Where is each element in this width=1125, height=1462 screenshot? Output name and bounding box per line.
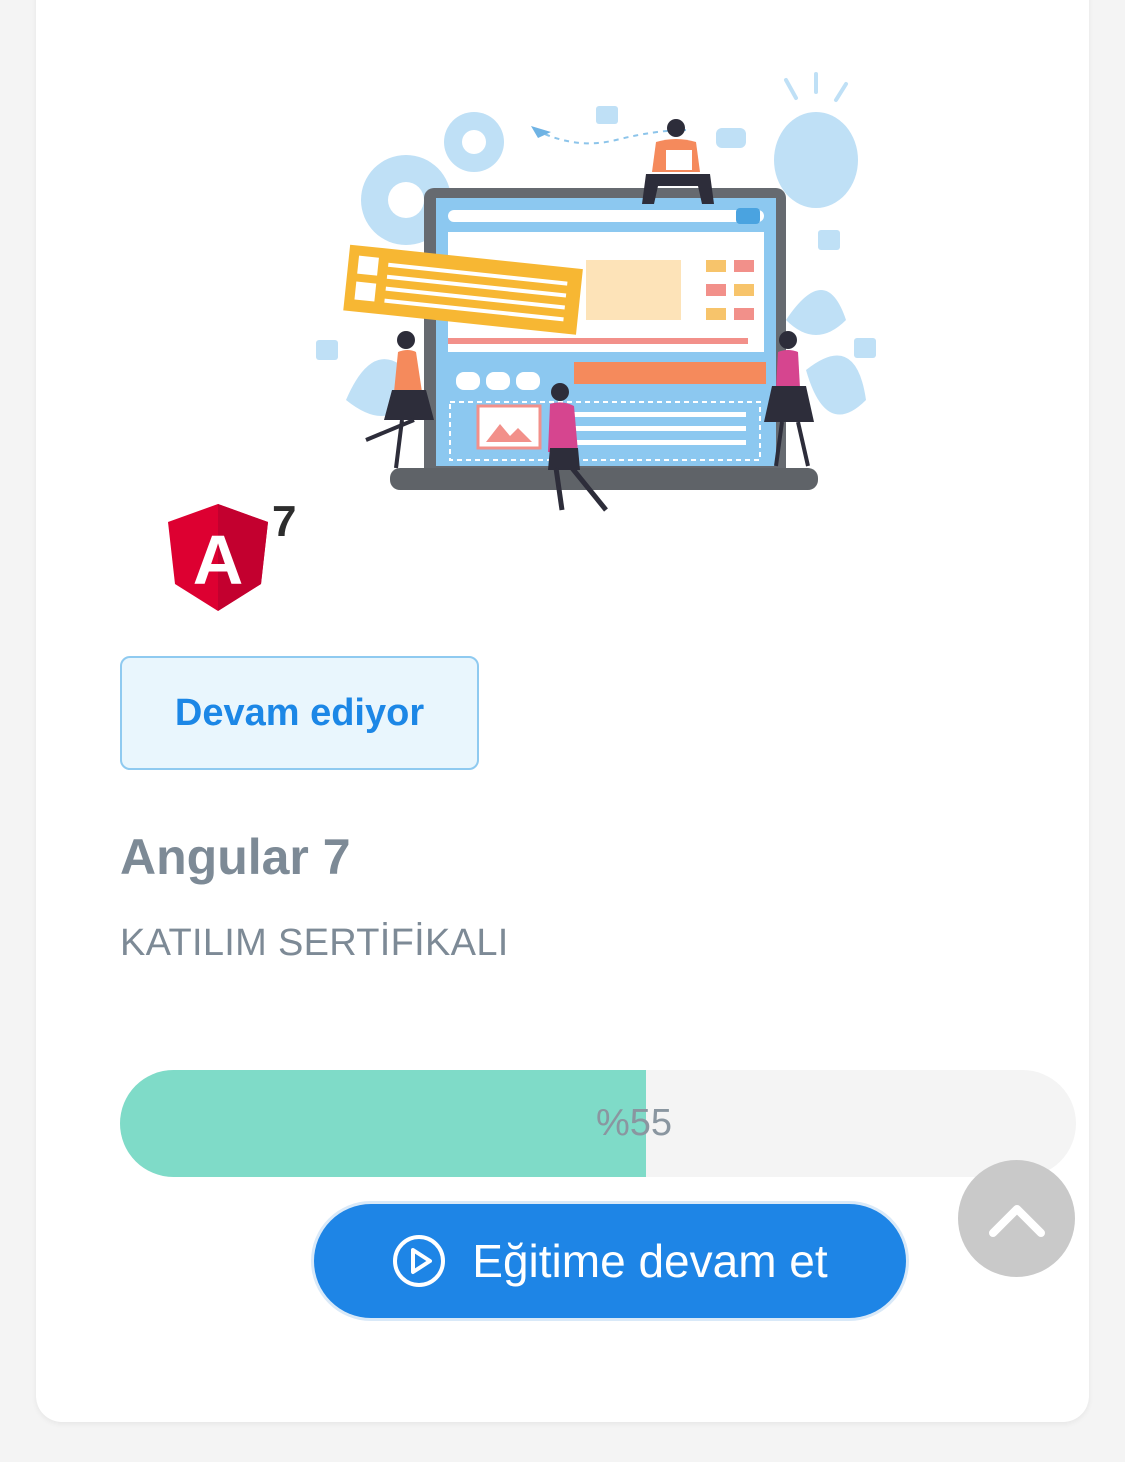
scroll-to-top-button[interactable] [958, 1160, 1075, 1277]
course-title: Angular 7 [120, 829, 351, 885]
play-circle-icon [392, 1234, 446, 1288]
status-badge: Devam ediyor [120, 656, 479, 770]
progress-label: %55 [595, 1102, 673, 1144]
angular-shield-icon: A 7 [168, 497, 296, 611]
continue-course-button[interactable]: Eğitime devam et [314, 1204, 906, 1318]
angular-logo: A 7 [164, 490, 314, 615]
course-subtitle: KATILIM SERTİFİKALI [120, 922, 509, 964]
course-card: A 7 Devam ediyor Angular 7 KATILIM SERTİ… [36, 0, 1089, 1422]
continue-button-label: Eğitime devam et [472, 1235, 828, 1287]
progress-bar: %55 [120, 1070, 1076, 1177]
course-illustration [316, 72, 876, 512]
angular-logo-version: 7 [272, 497, 296, 546]
chevron-up-icon [988, 1204, 1045, 1237]
angular-logo-letter: A [193, 521, 244, 599]
